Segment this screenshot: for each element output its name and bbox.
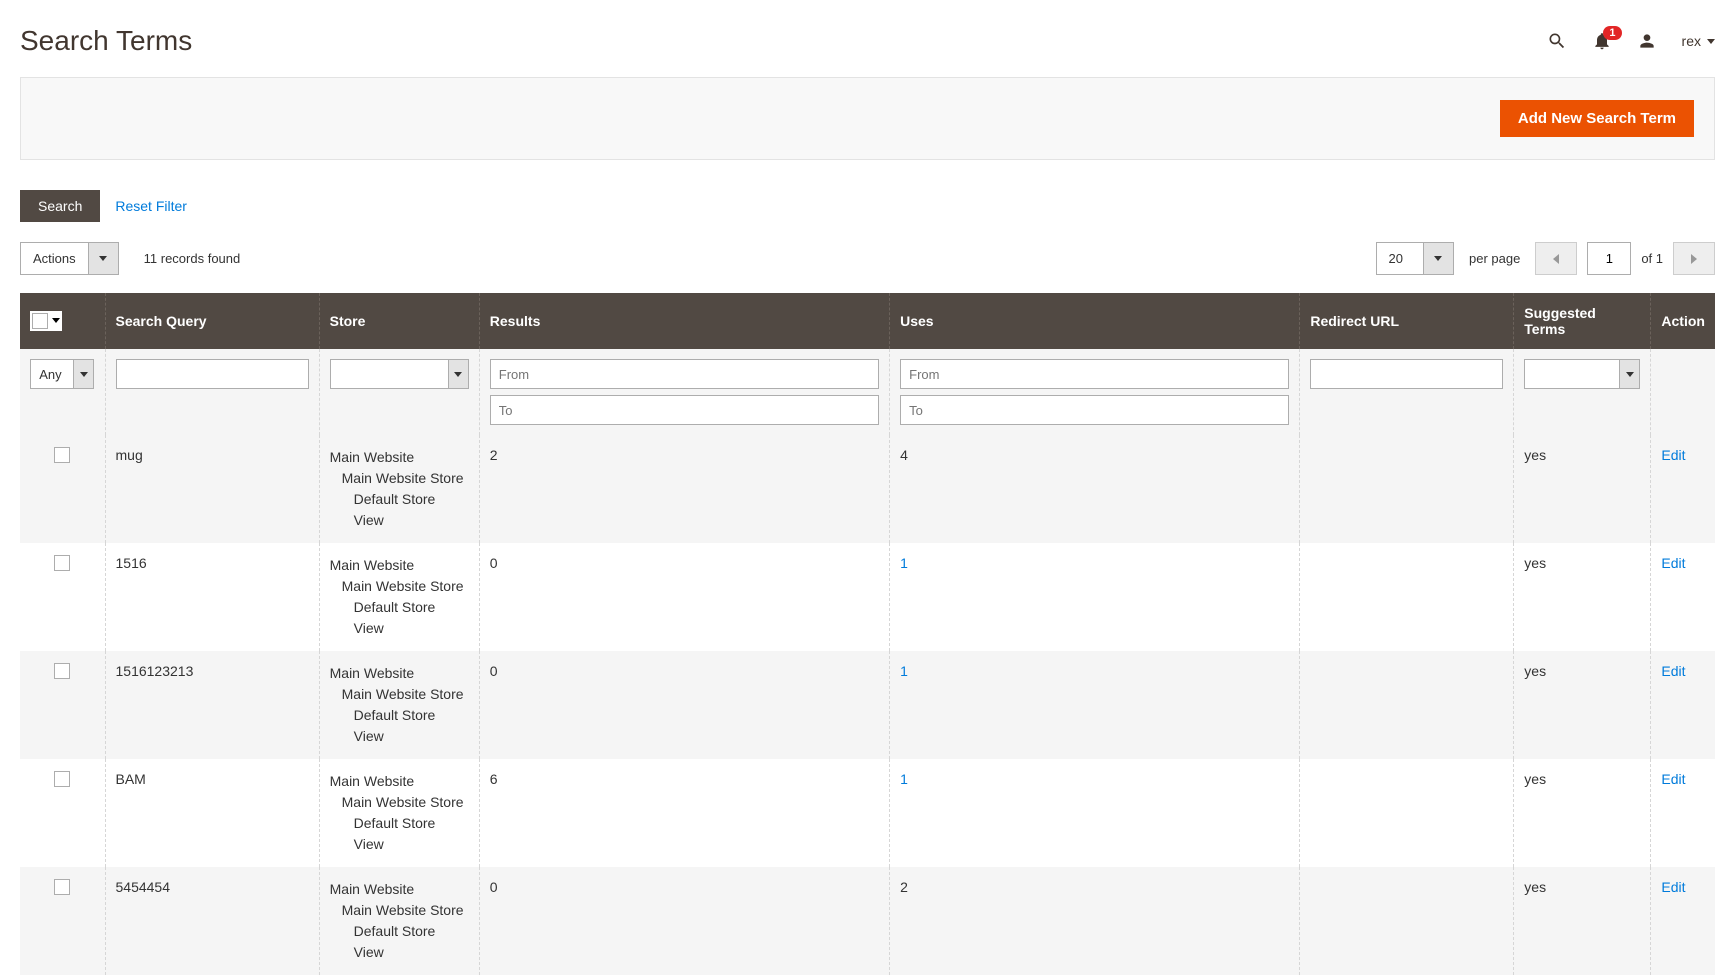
page-input[interactable] (1587, 242, 1631, 275)
filter-select-any[interactable]: Any (30, 359, 94, 389)
edit-link[interactable]: Edit (1661, 447, 1685, 463)
row-checkbox[interactable] (54, 663, 70, 679)
row-checkbox[interactable] (54, 879, 70, 895)
filter-search-query-input[interactable] (116, 359, 309, 389)
actions-arrow-icon (88, 243, 118, 274)
page-total-label: of 1 (1641, 251, 1663, 266)
cell-redirect (1300, 435, 1514, 543)
cell-uses: 4 (890, 435, 1300, 543)
notifications-icon[interactable]: 1 (1592, 31, 1612, 51)
filter-suggested-select[interactable] (1524, 359, 1640, 389)
page-title: Search Terms (20, 25, 192, 57)
col-header-search-query[interactable]: Search Query (105, 293, 319, 349)
chevron-right-icon (1691, 254, 1697, 264)
cell-store: Main WebsiteMain Website StoreDefault St… (319, 543, 479, 651)
edit-link[interactable]: Edit (1661, 663, 1685, 679)
per-page-arrow-icon (1423, 243, 1453, 274)
cell-store: Main WebsiteMain Website StoreDefault St… (319, 651, 479, 759)
notification-badge: 1 (1603, 26, 1621, 40)
actions-dropdown[interactable]: Actions (20, 242, 119, 275)
prev-page-button[interactable] (1535, 242, 1577, 275)
per-page-value: 20 (1377, 251, 1423, 266)
cell-results: 6 (479, 759, 889, 867)
row-checkbox[interactable] (54, 555, 70, 571)
chevron-left-icon (1553, 254, 1559, 264)
filter-uses-to-input[interactable] (900, 395, 1289, 425)
cell-search-query: 1516123213 (105, 651, 319, 759)
select-all-checkbox[interactable] (32, 313, 48, 329)
cell-suggested: yes (1514, 867, 1651, 975)
col-header-results[interactable]: Results (479, 293, 889, 349)
edit-link[interactable]: Edit (1661, 555, 1685, 571)
table-row[interactable]: mugMain WebsiteMain Website StoreDefault… (20, 435, 1715, 543)
filter-any-value: Any (31, 367, 69, 382)
filter-any-arrow-icon (73, 360, 93, 388)
col-header-suggested-terms[interactable]: Suggested Terms (1514, 293, 1651, 349)
cell-search-query: mug (105, 435, 319, 543)
cell-store: Main WebsiteMain Website StoreDefault St… (319, 759, 479, 867)
table-row[interactable]: 1516Main WebsiteMain Website StoreDefaul… (20, 543, 1715, 651)
col-header-store[interactable]: Store (319, 293, 479, 349)
col-header-action: Action (1651, 293, 1715, 349)
add-new-search-term-button[interactable]: Add New Search Term (1500, 100, 1694, 137)
search-icon[interactable] (1547, 31, 1567, 51)
cell-suggested: yes (1514, 651, 1651, 759)
search-button[interactable]: Search (20, 190, 100, 222)
cell-results: 0 (479, 543, 889, 651)
col-header-uses[interactable]: Uses (890, 293, 1300, 349)
edit-link[interactable]: Edit (1661, 879, 1685, 895)
table-row[interactable]: BAMMain WebsiteMain Website StoreDefault… (20, 759, 1715, 867)
username-label: rex (1682, 33, 1701, 49)
filter-results-to-input[interactable] (490, 395, 879, 425)
caret-down-icon (1707, 39, 1715, 44)
col-header-redirect-url[interactable]: Redirect URL (1300, 293, 1514, 349)
filter-results-from-input[interactable] (490, 359, 879, 389)
table-row[interactable]: 1516123213Main WebsiteMain Website Store… (20, 651, 1715, 759)
cell-results: 0 (479, 867, 889, 975)
cell-suggested: yes (1514, 543, 1651, 651)
user-dropdown[interactable]: rex (1682, 33, 1715, 49)
select-all-caret-icon (52, 318, 60, 323)
reset-filter-link[interactable]: Reset Filter (115, 198, 187, 214)
row-checkbox[interactable] (54, 447, 70, 463)
col-header-select[interactable] (20, 293, 105, 349)
records-found-text: 11 records found (144, 251, 241, 266)
per-page-dropdown[interactable]: 20 (1376, 242, 1454, 275)
cell-store: Main WebsiteMain Website StoreDefault St… (319, 435, 479, 543)
cell-uses: 2 (890, 867, 1300, 975)
filter-suggested-arrow-icon (1619, 360, 1639, 388)
table-row[interactable]: 5454454Main WebsiteMain Website StoreDef… (20, 867, 1715, 975)
cell-search-query: 5454454 (105, 867, 319, 975)
filter-uses-from-input[interactable] (900, 359, 1289, 389)
row-checkbox[interactable] (54, 771, 70, 787)
cell-redirect (1300, 867, 1514, 975)
filter-redirect-url-input[interactable] (1310, 359, 1503, 389)
cell-suggested: yes (1514, 759, 1651, 867)
cell-search-query: 1516 (105, 543, 319, 651)
actions-label: Actions (21, 251, 88, 266)
cell-redirect (1300, 759, 1514, 867)
cell-redirect (1300, 651, 1514, 759)
cell-search-query: BAM (105, 759, 319, 867)
filter-store-arrow-icon (448, 360, 468, 388)
cell-results: 2 (479, 435, 889, 543)
cell-redirect (1300, 543, 1514, 651)
cell-suggested: yes (1514, 435, 1651, 543)
filter-store-select[interactable] (330, 359, 469, 389)
next-page-button[interactable] (1673, 242, 1715, 275)
cell-uses: 1 (890, 759, 1300, 867)
user-icon[interactable] (1637, 31, 1657, 51)
edit-link[interactable]: Edit (1661, 771, 1685, 787)
cell-uses: 1 (890, 543, 1300, 651)
cell-uses: 1 (890, 651, 1300, 759)
cell-results: 0 (479, 651, 889, 759)
per-page-label: per page (1469, 251, 1520, 266)
cell-store: Main WebsiteMain Website StoreDefault St… (319, 867, 479, 975)
